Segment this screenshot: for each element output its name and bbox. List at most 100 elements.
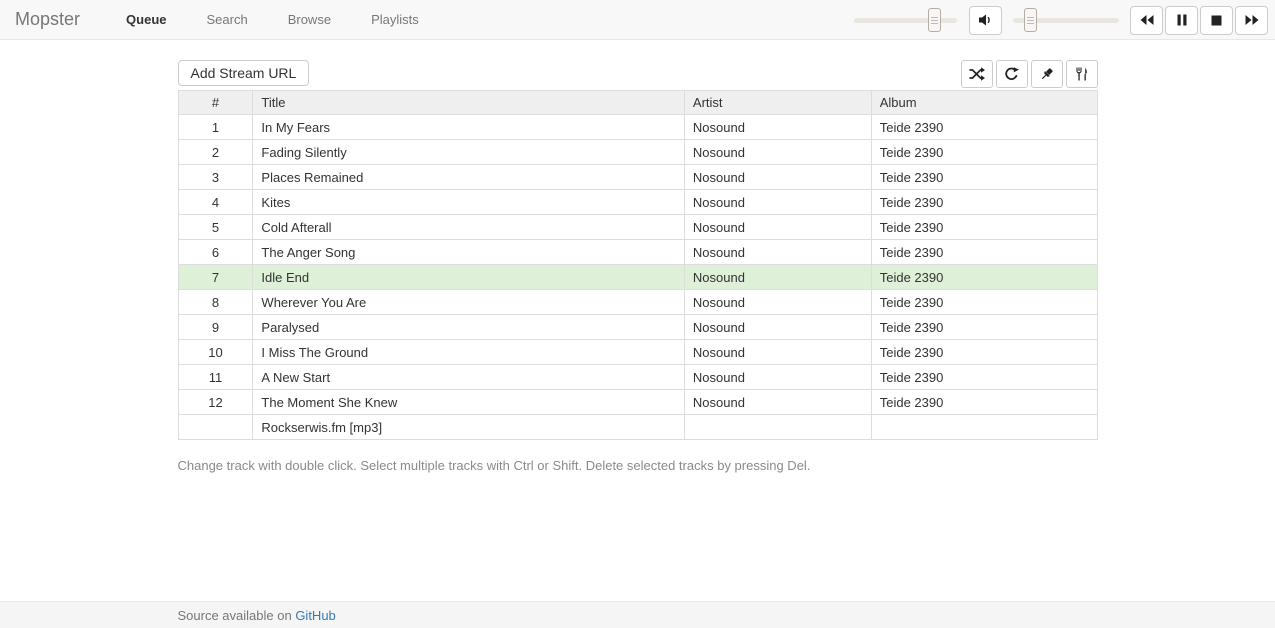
volume-slider[interactable]	[1013, 8, 1119, 32]
column-header-number[interactable]: #	[178, 91, 253, 115]
github-link[interactable]: GitHub	[295, 608, 335, 623]
track-number: 2	[178, 140, 253, 165]
help-text: Change track with double click. Select m…	[178, 458, 1098, 473]
track-title: Rockserwis.fm [mp3]	[253, 415, 685, 440]
pause-button[interactable]	[1165, 6, 1198, 35]
track-number: 3	[178, 165, 253, 190]
table-row[interactable]: Rockserwis.fm [mp3]	[178, 415, 1097, 440]
stop-icon	[1211, 15, 1222, 26]
queue-table: # Title Artist Album 1In My FearsNosound…	[178, 90, 1098, 440]
track-artist: Nosound	[684, 315, 871, 340]
seek-slider-handle[interactable]	[928, 8, 941, 32]
track-album: Teide 2390	[871, 365, 1097, 390]
track-artist: Nosound	[684, 115, 871, 140]
track-number: 10	[178, 340, 253, 365]
track-artist: Nosound	[684, 340, 871, 365]
table-row[interactable]: 2Fading SilentlyNosoundTeide 2390	[178, 140, 1097, 165]
track-album: Teide 2390	[871, 340, 1097, 365]
nav-item-queue[interactable]: Queue	[120, 8, 172, 31]
forward-icon	[1245, 14, 1259, 26]
player-controls	[854, 0, 1268, 40]
footer-text: Source available on	[178, 608, 296, 623]
shuffle-button[interactable]	[961, 60, 993, 88]
nav-item-search[interactable]: Search	[201, 8, 254, 31]
next-button[interactable]	[1235, 6, 1268, 35]
track-artist: Nosound	[684, 240, 871, 265]
footer: Source available on GitHub	[0, 601, 1275, 628]
track-artist: Nosound	[684, 140, 871, 165]
track-title: Kites	[253, 190, 685, 215]
table-row[interactable]: 10I Miss The GroundNosoundTeide 2390	[178, 340, 1097, 365]
seek-slider-track[interactable]	[854, 18, 957, 23]
track-number: 6	[178, 240, 253, 265]
track-number	[178, 415, 253, 440]
table-row[interactable]: 1In My FearsNosoundTeide 2390	[178, 115, 1097, 140]
track-title: Wherever You Are	[253, 290, 685, 315]
track-artist: Nosound	[684, 265, 871, 290]
nav-item-playlists[interactable]: Playlists	[365, 8, 425, 31]
previous-button[interactable]	[1130, 6, 1163, 35]
track-title: Cold Afterall	[253, 215, 685, 240]
track-number: 4	[178, 190, 253, 215]
stop-button[interactable]	[1200, 6, 1233, 35]
brand[interactable]: Mopster	[15, 9, 80, 30]
track-number: 12	[178, 390, 253, 415]
table-row[interactable]: 3Places RemainedNosoundTeide 2390	[178, 165, 1097, 190]
table-row[interactable]: 11A New StartNosoundTeide 2390	[178, 365, 1097, 390]
table-row[interactable]: 7Idle EndNosoundTeide 2390	[178, 265, 1097, 290]
seek-slider[interactable]	[854, 8, 957, 32]
queue-toolbar: Add Stream URL	[178, 60, 1098, 88]
queue-table-body: 1In My FearsNosoundTeide 23902Fading Sil…	[178, 115, 1097, 440]
volume-icon	[978, 13, 993, 27]
track-title: Fading Silently	[253, 140, 685, 165]
repeat-button[interactable]	[996, 60, 1028, 88]
pause-icon	[1177, 14, 1187, 26]
track-album: Teide 2390	[871, 190, 1097, 215]
table-row[interactable]: 9ParalysedNosoundTeide 2390	[178, 315, 1097, 340]
track-album: Teide 2390	[871, 240, 1097, 265]
column-header-album[interactable]: Album	[871, 91, 1097, 115]
track-album: Teide 2390	[871, 165, 1097, 190]
track-number: 7	[178, 265, 253, 290]
track-album: Teide 2390	[871, 290, 1097, 315]
table-row[interactable]: 8Wherever You AreNosoundTeide 2390	[178, 290, 1097, 315]
track-artist: Nosound	[684, 390, 871, 415]
table-row[interactable]: 5Cold AfterallNosoundTeide 2390	[178, 215, 1097, 240]
pushpin-icon	[1040, 67, 1054, 81]
column-header-title[interactable]: Title	[253, 91, 685, 115]
table-row[interactable]: 4KitesNosoundTeide 2390	[178, 190, 1097, 215]
track-title: Paralysed	[253, 315, 685, 340]
nav-item-browse[interactable]: Browse	[282, 8, 337, 31]
track-album: Teide 2390	[871, 390, 1097, 415]
table-header-row: # Title Artist Album	[178, 91, 1097, 115]
table-row[interactable]: 12The Moment She KnewNosoundTeide 2390	[178, 390, 1097, 415]
track-artist: Nosound	[684, 290, 871, 315]
track-number: 11	[178, 365, 253, 390]
cutlery-icon	[1075, 67, 1088, 81]
track-artist: Nosound	[684, 215, 871, 240]
volume-slider-handle[interactable]	[1024, 8, 1037, 32]
track-artist: Nosound	[684, 365, 871, 390]
track-title: Idle End	[253, 265, 685, 290]
track-album	[871, 415, 1097, 440]
table-row[interactable]: 6The Anger SongNosoundTeide 2390	[178, 240, 1097, 265]
track-title: The Anger Song	[253, 240, 685, 265]
track-number: 8	[178, 290, 253, 315]
track-album: Teide 2390	[871, 140, 1097, 165]
track-album: Teide 2390	[871, 315, 1097, 340]
consume-mode-button[interactable]	[1066, 60, 1098, 88]
track-title: In My Fears	[253, 115, 685, 140]
track-number: 1	[178, 115, 253, 140]
playback-mode-buttons	[961, 60, 1098, 88]
track-artist	[684, 415, 871, 440]
column-header-artist[interactable]: Artist	[684, 91, 871, 115]
add-stream-url-button[interactable]: Add Stream URL	[178, 60, 310, 86]
track-number: 9	[178, 315, 253, 340]
single-mode-button[interactable]	[1031, 60, 1063, 88]
track-title: A New Start	[253, 365, 685, 390]
repeat-icon	[1004, 67, 1019, 81]
track-artist: Nosound	[684, 165, 871, 190]
shuffle-icon	[969, 67, 985, 81]
track-title: Places Remained	[253, 165, 685, 190]
mute-button[interactable]	[969, 6, 1002, 35]
